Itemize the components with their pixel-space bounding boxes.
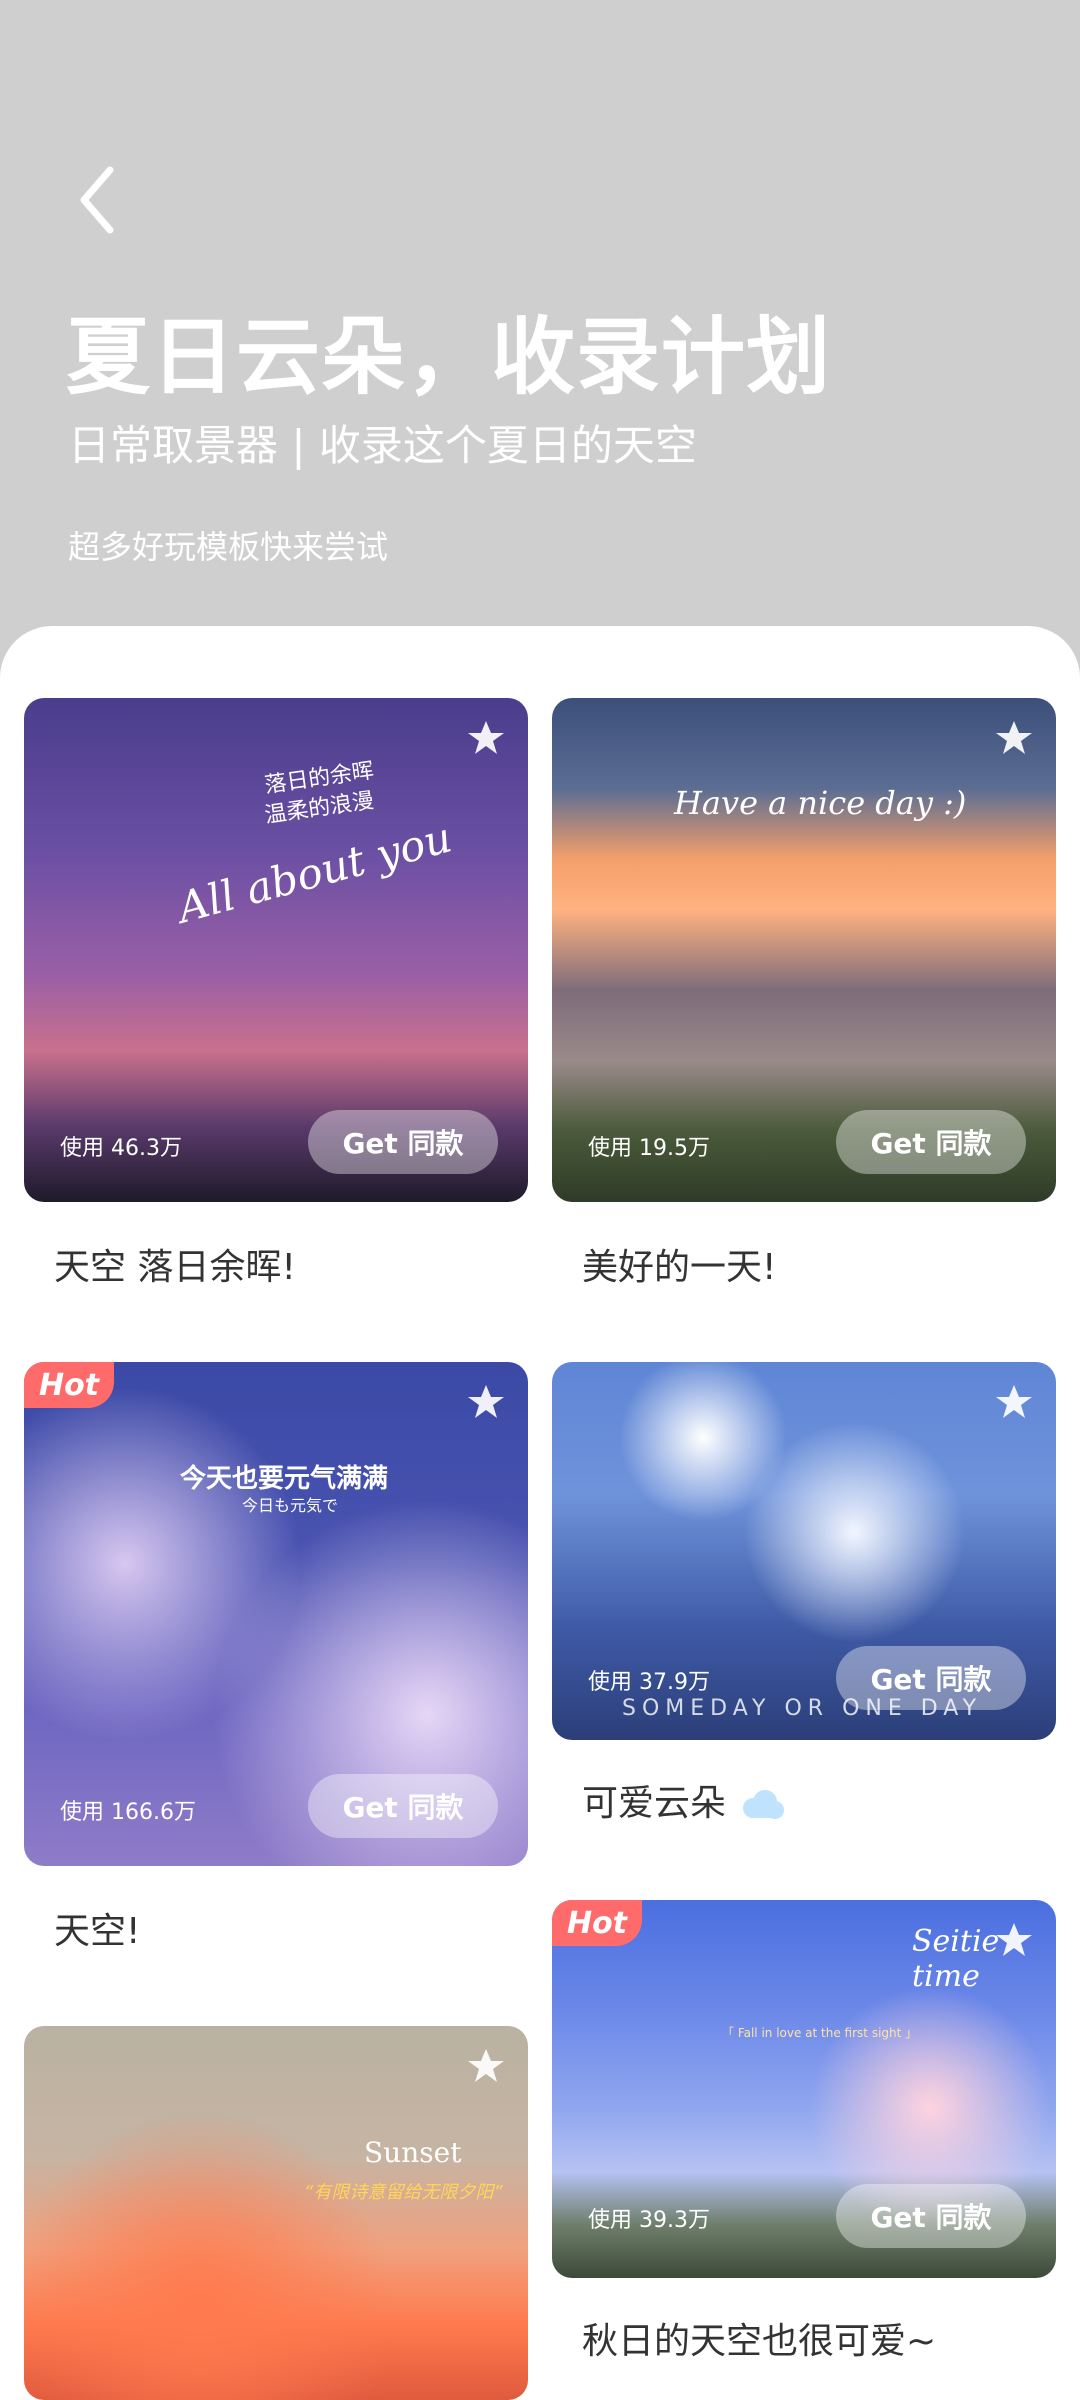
usage-count: 使用 46.3万 <box>60 1136 182 1161</box>
card-caption: 可爱云朵 <box>582 1774 785 1826</box>
star-icon[interactable] <box>466 1382 506 1422</box>
card-overlay-script: Have a nice day :) <box>674 784 967 822</box>
hot-badge: Hot <box>24 1362 114 1408</box>
get-template-button[interactable]: Get 同款 <box>308 1774 498 1838</box>
card-caption-text: 可爱云朵 <box>582 1783 727 1824</box>
card-caption: 天空 落日余晖! <box>54 1247 296 1288</box>
get-template-button[interactable]: Get 同款 <box>836 2184 1026 2248</box>
star-icon[interactable] <box>994 1382 1034 1422</box>
template-card-sunset-poem[interactable]: Sunset “有限诗意留给无限夕阳” <box>24 2026 528 2400</box>
card-overlay-script: Sunset <box>364 2136 462 2169</box>
page-title: 夏日云朵，收录计划 <box>66 308 832 406</box>
get-template-button[interactable]: Get 同款 <box>836 1110 1026 1174</box>
page-subtitle: 日常取景器 | 收录这个夏日的天空 <box>68 421 697 470</box>
star-icon[interactable] <box>466 718 506 758</box>
usage-count: 使用 37.9万 <box>588 1670 710 1695</box>
template-card-sunset-purple[interactable]: 落日的余晖 温柔的浪漫 All about you 使用 46.3万 Get 同… <box>24 698 528 1202</box>
star-icon[interactable] <box>994 718 1034 758</box>
template-card-genki[interactable]: Hot 今天也要元气满满 今日も元気で 使用 166.6万 Get 同款 <box>24 1362 528 1866</box>
hot-badge: Hot <box>552 1900 642 1946</box>
card-overlay-script: Seitie time <box>912 1924 1000 1994</box>
card-overlay-line2: 今日も元気で <box>242 1496 339 1515</box>
template-card-autumn-sky[interactable]: Hot Seitie time 「 Fall in love at the fi… <box>552 1900 1056 2278</box>
card-overlay-script: All about you <box>172 812 457 933</box>
card-caption: 天空! <box>54 1911 141 1952</box>
template-card-cute-clouds[interactable]: 使用 37.9万 Get 同款 SOMEDAY OR ONE DAY <box>552 1362 1056 1740</box>
template-card-nice-day[interactable]: Have a nice day :) 使用 19.5万 Get 同款 <box>552 698 1056 1202</box>
get-template-button[interactable]: Get 同款 <box>308 1110 498 1174</box>
usage-count: 使用 39.3万 <box>588 2208 710 2233</box>
card-caption: 秋日的天空也很可爱~ <box>582 2321 937 2362</box>
star-icon[interactable] <box>466 2046 506 2086</box>
usage-count: 使用 166.6万 <box>60 1800 196 1825</box>
page-header: 夏日云朵，收录计划 日常取景器 | 收录这个夏日的天空 超多好玩模板快来尝试 <box>0 0 1080 640</box>
chevron-left-icon[interactable] <box>70 160 130 240</box>
cloud-icon <box>743 1790 785 1819</box>
card-overlay-line1: 今天也要元气满满 <box>180 1464 389 1494</box>
card-overlay-bottom: SOMEDAY OR ONE DAY <box>622 1696 983 1721</box>
usage-count: 使用 19.5万 <box>588 1136 710 1161</box>
page-hint: 超多好玩模板快来尝试 <box>68 528 389 566</box>
card-caption: 美好的一天! <box>582 1247 777 1288</box>
card-overlay-line1: “有限诗意留给无限夕阳” <box>304 2182 503 2203</box>
card-overlay-small: 「 Fall in love at the first sight 」 <box>722 2026 918 2040</box>
